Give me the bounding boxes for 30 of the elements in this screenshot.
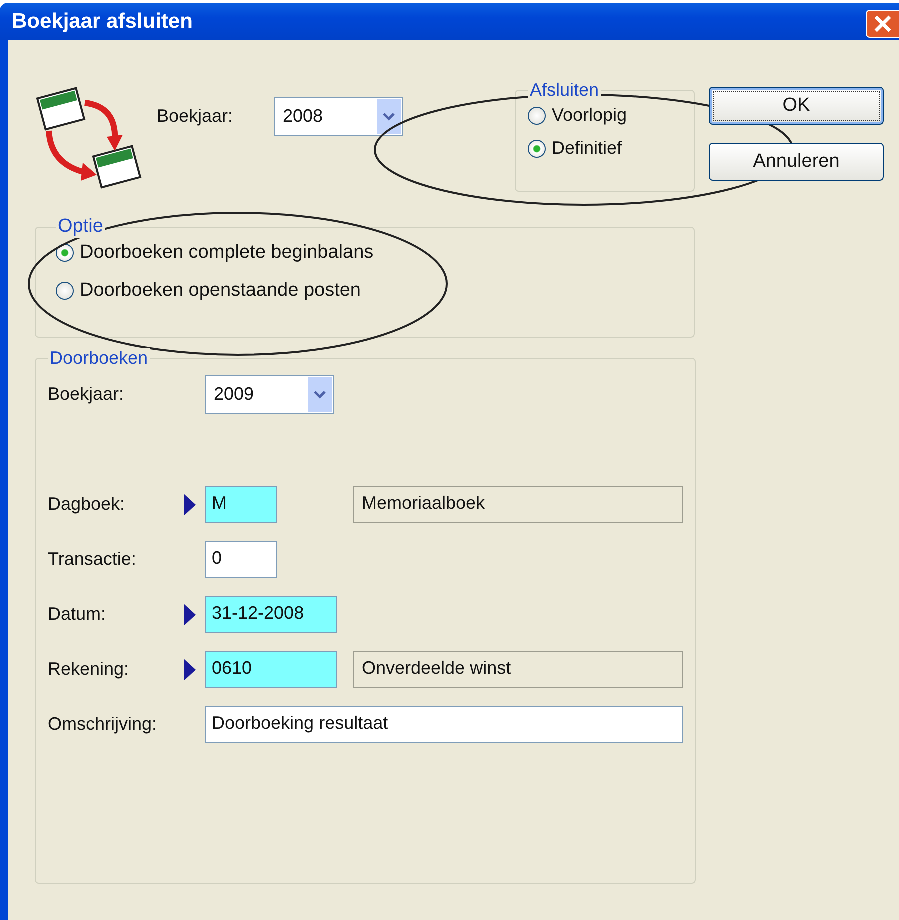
field-label: Omschrijving: [48, 714, 158, 735]
field-label: Datum: [48, 604, 108, 625]
input-field[interactable]: 0610 [205, 651, 337, 688]
radio-option[interactable]: Doorboeken complete beginbalans [56, 242, 682, 264]
year-dropdown[interactable]: 2008 [274, 97, 403, 136]
field-label: Boekjaar: [157, 106, 234, 127]
close-icon [873, 14, 893, 34]
year-dropdown[interactable]: 2009 [205, 375, 334, 414]
radio-option[interactable]: Doorboeken openstaande posten [56, 280, 682, 302]
radio-option[interactable]: Definitief [528, 138, 682, 159]
description-field: Onverdeelde winst [353, 651, 683, 688]
group-legend: Optie [56, 216, 106, 238]
field-label: Dagboek: [48, 494, 126, 515]
cancel-button[interactable]: Annuleren [709, 143, 884, 181]
ok-button[interactable]: OK [709, 87, 884, 125]
radio-option[interactable]: Voorlopig [528, 105, 682, 126]
lookup-arrow-icon [183, 602, 197, 626]
lookup-arrow-icon [183, 658, 197, 682]
group-legend: Afsluiten [528, 80, 602, 101]
input-field[interactable]: M [205, 486, 277, 523]
input-field[interactable]: 0 [205, 541, 277, 578]
window-title: Boekjaar afsluiten [11, 10, 193, 34]
input-field[interactable]: Doorboeking resultaat [205, 706, 683, 743]
field-label: Transactie: [48, 549, 138, 570]
lookup-arrow-icon [183, 492, 197, 516]
description-field: Memoriaalboek [353, 486, 683, 523]
input-field[interactable]: 31-12-2008 [205, 596, 337, 633]
close-button[interactable] [866, 10, 899, 38]
field-label: Rekening: [48, 659, 130, 680]
field-label: Boekjaar: [48, 384, 126, 405]
